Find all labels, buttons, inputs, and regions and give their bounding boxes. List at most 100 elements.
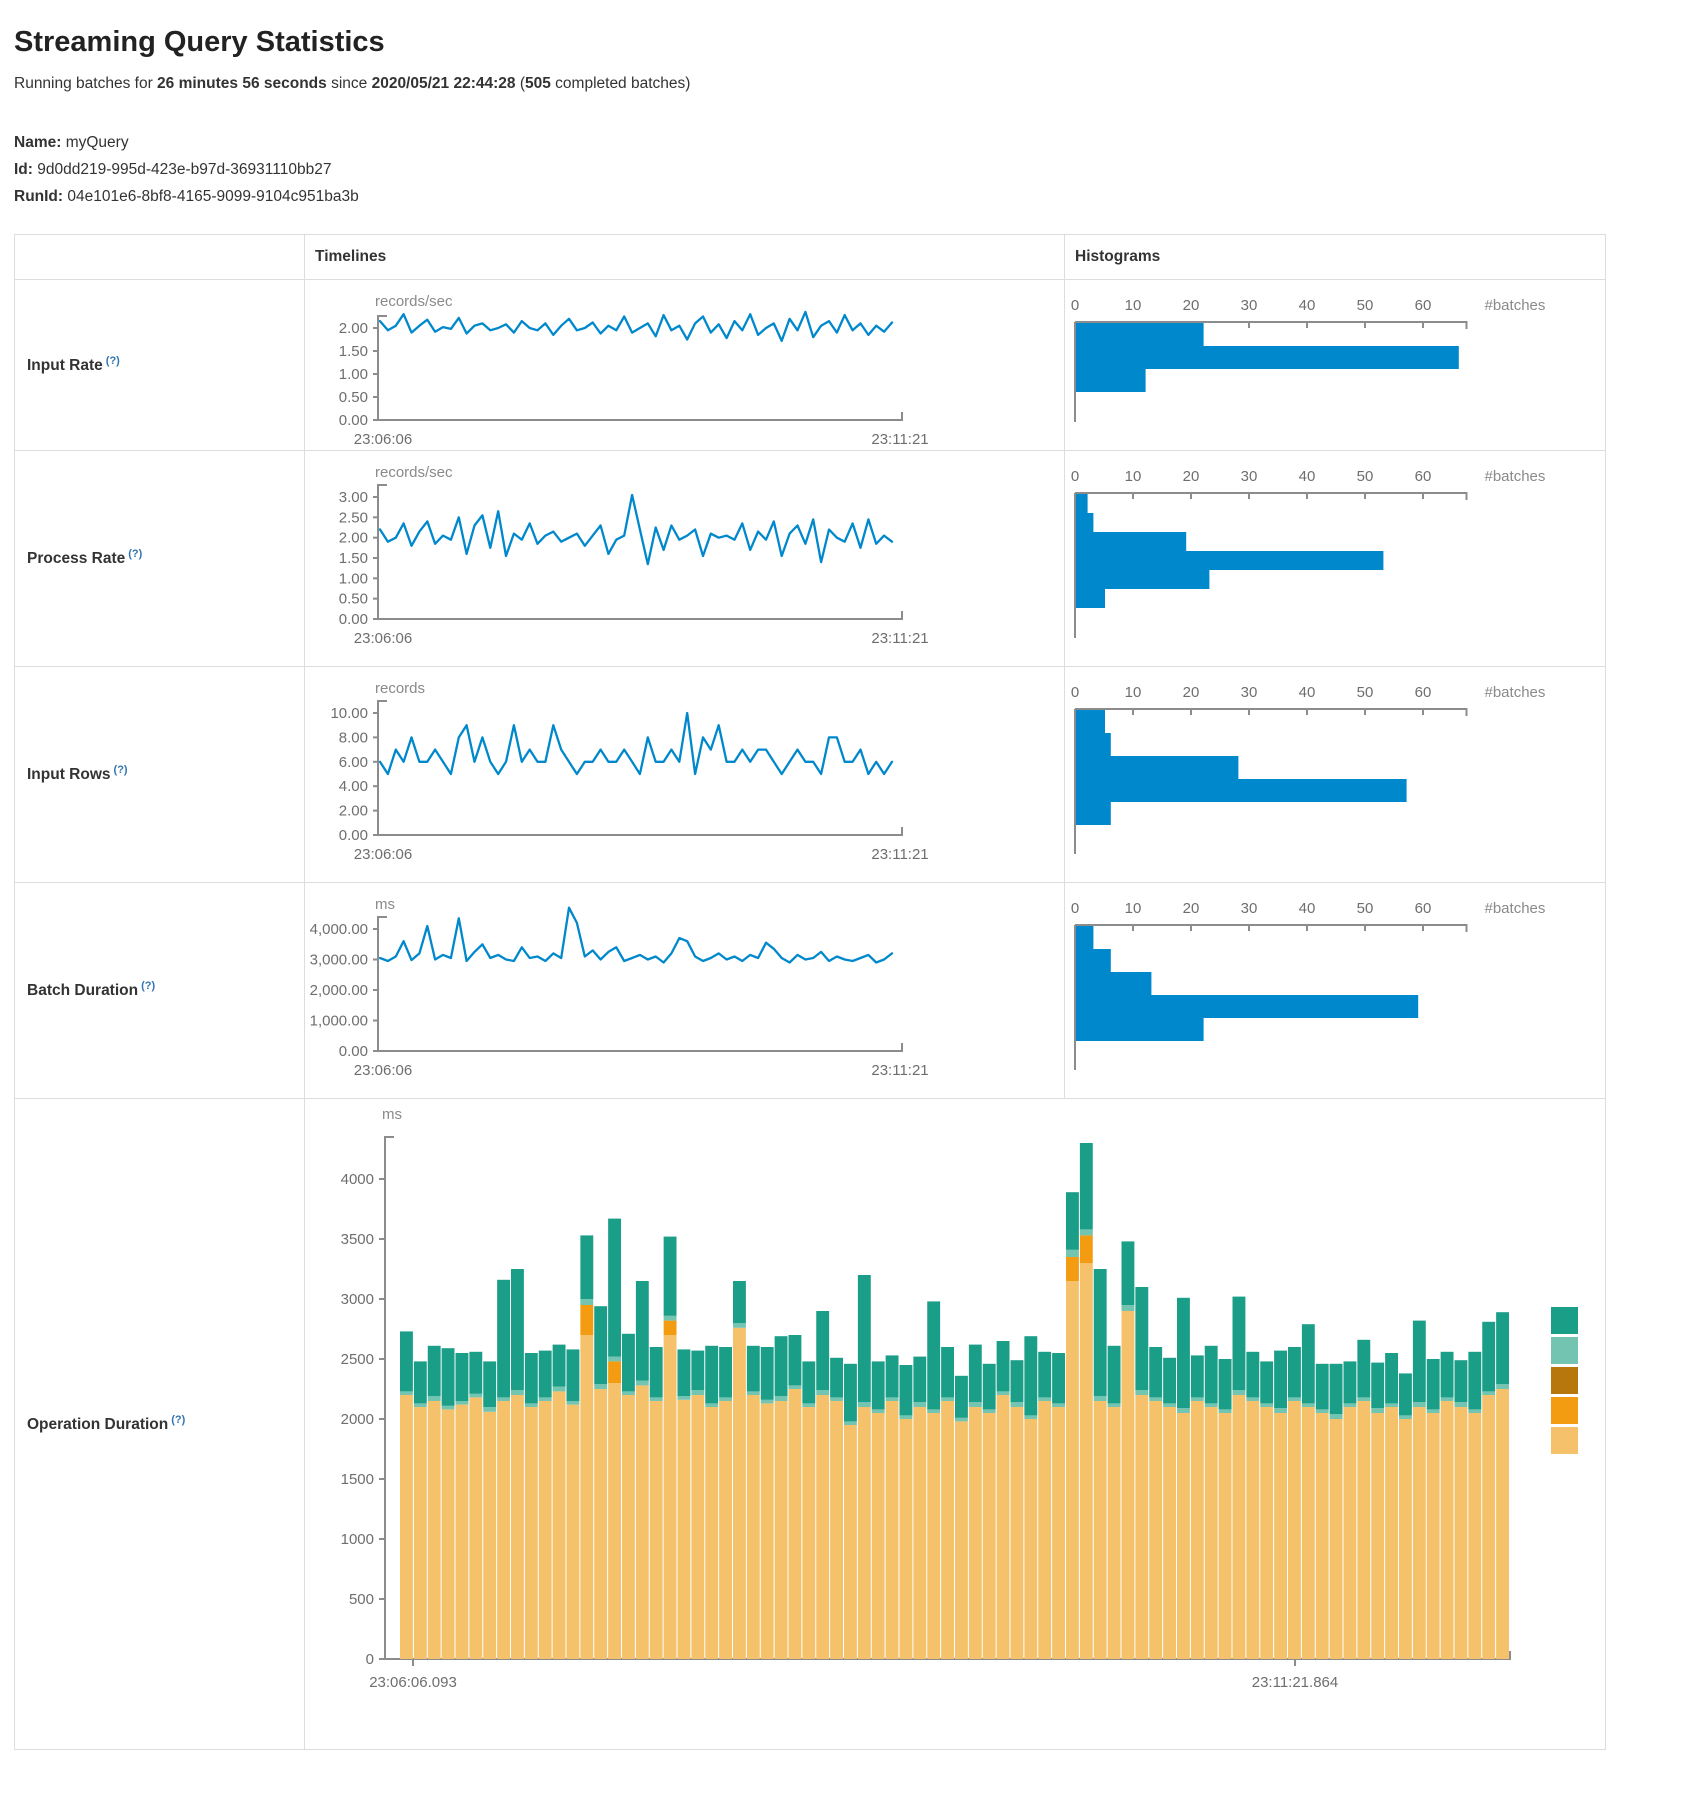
row-label-process-rate: Process Rate(?)	[15, 451, 305, 667]
corner-cell	[15, 235, 305, 280]
svg-text:2.00: 2.00	[339, 803, 368, 820]
svg-text:50: 50	[1357, 297, 1374, 314]
histogram-cell: 0102030405060#batches	[1065, 280, 1606, 451]
svg-text:8.00: 8.00	[339, 729, 368, 746]
svg-text:ms: ms	[382, 1106, 402, 1123]
input-rows-histogram: 0102030405060#batches	[1065, 667, 1605, 882]
table-row-batch-duration: Batch Duration(?) ms 4,000.00 3,000.00 2,00…	[15, 883, 1606, 1099]
svg-text:23:06:06: 23:06:06	[354, 431, 412, 448]
legend-swatch-light_teal	[1551, 1337, 1578, 1364]
svg-text:records/sec: records/sec	[375, 464, 453, 481]
help-icon[interactable]: (?)	[128, 548, 142, 560]
page-title: Streaming Query Statistics	[14, 26, 1693, 59]
svg-text:#batches: #batches	[1485, 900, 1546, 917]
svg-text:20: 20	[1183, 684, 1200, 701]
svg-text:40: 40	[1299, 900, 1316, 917]
svg-text:4,000.00: 4,000.00	[310, 921, 368, 938]
runid-label: RunId:	[14, 188, 63, 205]
svg-text:23:06:06: 23:06:06	[354, 630, 412, 647]
svg-text:60: 60	[1415, 900, 1432, 917]
legend-swatch-tan	[1551, 1427, 1578, 1454]
svg-text:50: 50	[1357, 468, 1374, 485]
table-row-input-rows: Input Rows(?) records10.008.006.004.002.…	[15, 667, 1606, 883]
svg-text:2.50: 2.50	[339, 509, 368, 526]
svg-text:1000: 1000	[341, 1531, 374, 1548]
svg-text:60: 60	[1415, 468, 1432, 485]
svg-text:0.00: 0.00	[339, 611, 368, 628]
help-icon[interactable]: (?)	[114, 764, 128, 776]
svg-text:3500: 3500	[341, 1231, 374, 1248]
svg-text:0: 0	[366, 1651, 374, 1668]
svg-text:30: 30	[1241, 297, 1258, 314]
histogram-cell: 0102030405060#batches	[1065, 667, 1606, 883]
svg-text:0: 0	[1071, 297, 1079, 314]
svg-text:23:11:21: 23:11:21	[871, 630, 928, 647]
svg-text:30: 30	[1241, 468, 1258, 485]
svg-text:20: 20	[1183, 468, 1200, 485]
svg-text:2,000.00: 2,000.00	[310, 982, 368, 999]
svg-text:20: 20	[1183, 900, 1200, 917]
svg-text:23:06:06.093: 23:06:06.093	[369, 1674, 457, 1691]
query-name-line: Name: myQuery	[14, 129, 1693, 156]
svg-text:2.00: 2.00	[339, 530, 368, 547]
row-label-operation-duration: Operation Duration(?)	[15, 1099, 305, 1750]
query-id: 9d0dd219-995d-423e-b97d-36931110bb27	[33, 161, 332, 178]
svg-text:0.00: 0.00	[339, 1043, 368, 1060]
col-header-histograms: Histograms	[1065, 235, 1606, 280]
help-icon[interactable]: (?)	[141, 980, 155, 992]
svg-text:ms: ms	[375, 896, 395, 913]
svg-text:4.00: 4.00	[339, 778, 368, 795]
svg-text:#batches: #batches	[1485, 468, 1546, 485]
query-runid-line: RunId: 04e101e6-8bf8-4165-9099-9104c951b…	[14, 183, 1693, 210]
timeline-cell: records/sec3.002.502.001.501.000.500.002…	[305, 451, 1065, 667]
input-rate-histogram: 0102030405060#batches	[1065, 280, 1605, 450]
svg-text:3,000.00: 3,000.00	[310, 952, 368, 969]
svg-text:records: records	[375, 680, 425, 697]
svg-text:10: 10	[1125, 900, 1142, 917]
svg-text:1.50: 1.50	[339, 343, 368, 360]
operation-duration-stacked-chart: ms4000350030002500200015001000500023:06:…	[305, 1099, 1605, 1749]
svg-text:6.00: 6.00	[339, 754, 368, 771]
svg-text:50: 50	[1357, 684, 1374, 701]
svg-text:1.50: 1.50	[339, 550, 368, 567]
timeline-cell: records10.008.006.004.002.000.0023:06:06…	[305, 667, 1065, 883]
svg-text:20: 20	[1183, 297, 1200, 314]
query-name: myQuery	[61, 134, 128, 151]
svg-text:#batches: #batches	[1485, 684, 1546, 701]
id-label: Id:	[14, 161, 33, 178]
statistics-table: Timelines Histograms Input Rate(?) recor…	[14, 234, 1606, 1750]
svg-text:40: 40	[1299, 468, 1316, 485]
legend-swatch-brown	[1551, 1367, 1578, 1394]
svg-text:10: 10	[1125, 684, 1142, 701]
status-line: Running batches for 26 minutes 56 second…	[14, 75, 1693, 93]
query-metadata: Name: myQuery Id: 9d0dd219-995d-423e-b97…	[14, 129, 1693, 210]
svg-text:23:06:06: 23:06:06	[354, 846, 412, 863]
svg-text:23:11:21: 23:11:21	[871, 846, 928, 863]
help-icon[interactable]: (?)	[106, 355, 120, 367]
svg-text:records/sec: records/sec	[375, 293, 453, 310]
histogram-cell: 0102030405060#batches	[1065, 883, 1606, 1099]
svg-text:30: 30	[1241, 900, 1258, 917]
svg-text:30: 30	[1241, 684, 1258, 701]
col-header-timelines: Timelines	[305, 235, 1065, 280]
help-icon[interactable]: (?)	[171, 1414, 185, 1426]
start-time: 2020/05/21 22:44:28	[372, 75, 516, 92]
name-label: Name:	[14, 134, 61, 151]
svg-text:4000: 4000	[341, 1171, 374, 1188]
row-label-input-rows: Input Rows(?)	[15, 667, 305, 883]
input-rate-timeline-chart: records/sec2.001.501.000.500.0023:06:062…	[305, 280, 1064, 450]
table-row-input-rate: Input Rate(?) records/sec2.001.501.000.5…	[15, 280, 1606, 451]
svg-text:60: 60	[1415, 297, 1432, 314]
completed-batch-count: 505	[525, 75, 551, 92]
svg-text:10: 10	[1125, 468, 1142, 485]
svg-text:23:11:21: 23:11:21	[871, 431, 928, 448]
row-label-input-rate: Input Rate(?)	[15, 280, 305, 451]
table-row-process-rate: Process Rate(?) records/sec3.002.502.001…	[15, 451, 1606, 667]
row-label-batch-duration: Batch Duration(?)	[15, 883, 305, 1099]
query-runid: 04e101e6-8bf8-4165-9099-9104c951ba3b	[63, 188, 359, 205]
svg-text:1,000.00: 1,000.00	[310, 1013, 368, 1030]
svg-text:2000: 2000	[341, 1411, 374, 1428]
svg-text:50: 50	[1357, 900, 1374, 917]
table-row-operation-duration: Operation Duration(?) ms4000350030002500…	[15, 1099, 1606, 1750]
svg-text:0.00: 0.00	[339, 412, 368, 429]
